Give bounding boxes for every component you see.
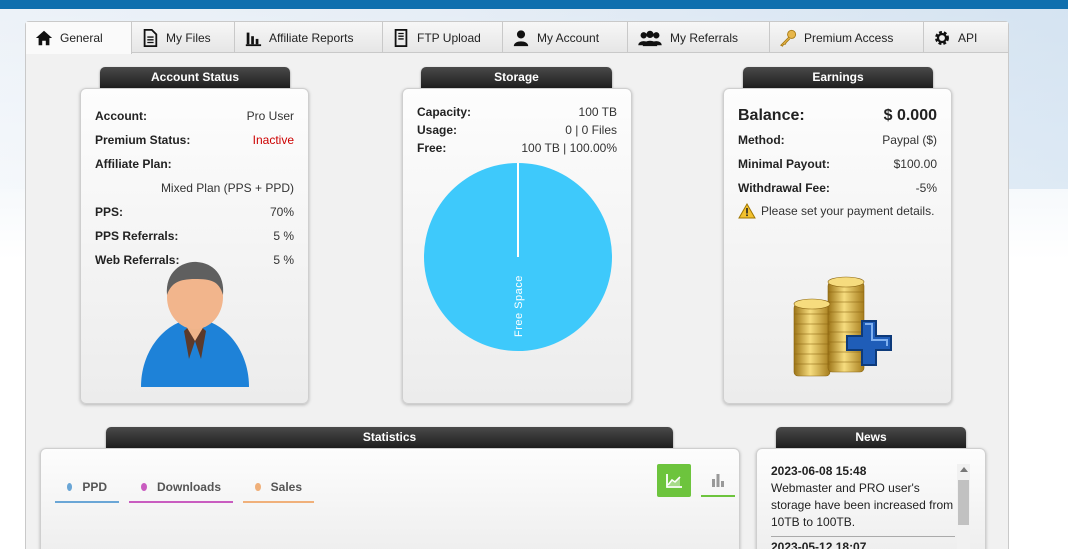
home-icon — [34, 28, 54, 48]
stat-tab-sales[interactable]: Sales — [243, 473, 314, 503]
tab-api[interactable]: API — [924, 22, 1008, 53]
earnings-title: Earnings — [743, 67, 933, 88]
pps-referrals-row: PPS Referrals: 5 % — [95, 229, 294, 243]
statistics-tabs: PPD Downloads Sales — [55, 473, 324, 503]
account-status-title: Account Status — [100, 67, 290, 88]
tab-affiliate-reports[interactable]: Affiliate Reports — [235, 22, 383, 53]
file-icon — [140, 28, 160, 48]
news-date: 2023-05-12 18:07 — [771, 540, 867, 549]
stat-tab-ppd[interactable]: PPD — [55, 473, 119, 503]
news-panel: 2023-06-08 15:48 Webmaster and PRO user'… — [756, 448, 986, 549]
bar-chart-icon — [243, 28, 263, 48]
news-scrollbar[interactable] — [957, 464, 970, 549]
line-chart-toggle-button[interactable] — [657, 464, 691, 497]
affiliate-plan-row: Affiliate Plan: — [95, 157, 172, 171]
server-icon — [391, 28, 411, 48]
statistics-title: Statistics — [106, 427, 673, 448]
storage-pie-chart: Free Space — [424, 163, 612, 351]
premium-status-row: Premium Status: Inactive — [95, 133, 294, 147]
news-item: 2023-05-12 18:07 — [771, 536, 955, 549]
account-status-panel: Account: Pro User Premium Status: Inacti… — [80, 88, 309, 404]
user-icon — [511, 28, 531, 48]
stat-tab-downloads[interactable]: Downloads — [129, 473, 233, 503]
news-item: 2023-06-08 15:48 Webmaster and PRO user'… — [771, 463, 955, 531]
pie-free-space-label: Free Space — [513, 275, 525, 337]
affiliate-plan-value-row: Mixed Plan (PPS + PPD) — [160, 181, 294, 195]
capacity-row: Capacity: 100 TB — [417, 105, 617, 119]
storage-title: Storage — [421, 67, 612, 88]
news-date: 2023-06-08 15:48 — [771, 464, 867, 478]
bar-chart-toggle-button[interactable] — [701, 464, 735, 497]
usage-row: Usage: 0 | 0 Files — [417, 123, 617, 137]
account-row: Account: Pro User — [95, 109, 294, 123]
payment-warning: Please set your payment details. — [738, 203, 937, 219]
balance-value: $ 0.000 — [883, 107, 937, 124]
bar-chart-icon — [712, 473, 724, 487]
users-icon — [636, 28, 664, 48]
tab-ftp-upload[interactable]: FTP Upload — [383, 22, 503, 53]
tab-general[interactable]: General — [26, 22, 132, 54]
balance-label: Balance: — [738, 107, 805, 124]
withdrawal-fee-row: Withdrawal Fee: -5% — [738, 181, 937, 195]
tab-premium-access[interactable]: Premium Access — [770, 22, 924, 53]
method-row: Method: Paypal ($) — [738, 133, 937, 147]
coins-add-icon — [793, 276, 892, 377]
tab-bar: General My Files Affiliate Reports FTP U… — [26, 22, 1008, 54]
key-icon — [778, 28, 798, 48]
line-chart-icon — [666, 473, 682, 488]
tab-my-files[interactable]: My Files — [132, 22, 235, 53]
news-list: 2023-06-08 15:48 Webmaster and PRO user'… — [771, 463, 955, 549]
storage-panel: Capacity: 100 TB Usage: 0 | 0 Files Free… — [402, 88, 632, 404]
news-title: News — [776, 427, 966, 448]
warning-icon — [738, 203, 756, 219]
news-text: Webmaster and PRO user's storage have be… — [771, 481, 954, 529]
balance-row: Balance: $ 0.000 — [738, 106, 937, 126]
earnings-panel: Balance: $ 0.000 Method: Paypal ($) Mini… — [723, 88, 952, 404]
minimal-payout-row: Minimal Payout: $100.00 — [738, 157, 937, 171]
downloads-dot — [141, 483, 147, 491]
tab-my-account[interactable]: My Account — [503, 22, 628, 53]
free-row: Free: 100 TB | 100.00% — [417, 141, 617, 155]
ppd-dot — [67, 483, 73, 491]
tab-my-referrals[interactable]: My Referrals — [628, 22, 770, 53]
scroll-up-arrow-icon[interactable] — [959, 467, 968, 472]
news-scrollbar-thumb[interactable] — [958, 480, 969, 525]
gear-icon — [932, 28, 952, 48]
sales-dot — [255, 483, 261, 491]
user-avatar-illustration — [141, 261, 249, 387]
pps-row: PPS: 70% — [95, 205, 294, 219]
premium-status-value: Inactive — [252, 133, 294, 147]
top-bar — [0, 0, 1068, 9]
statistics-panel: PPD Downloads Sales — [40, 448, 740, 549]
